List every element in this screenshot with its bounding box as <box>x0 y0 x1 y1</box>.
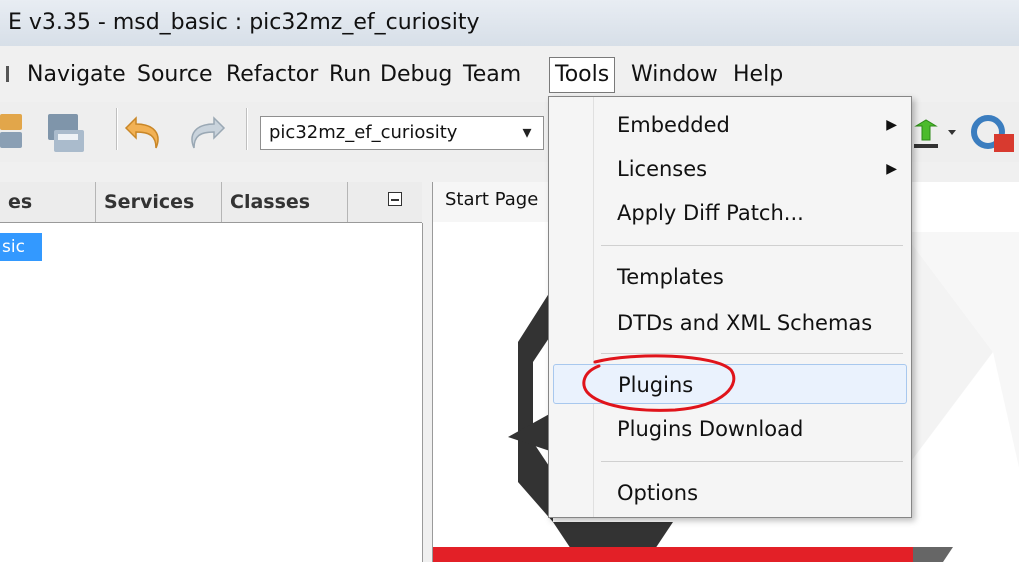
tab-services[interactable]: Services <box>96 182 222 222</box>
menu-item-label: Licenses <box>617 157 708 181</box>
menu-item-dtds-xml-schemas[interactable]: DTDs and XML Schemas <box>553 303 907 343</box>
chevron-down-icon[interactable]: ▾ <box>517 117 537 149</box>
menu-team[interactable]: Team <box>463 58 521 92</box>
menu-item-templates[interactable]: Templates <box>553 257 907 297</box>
submenu-arrow-icon: ▶ <box>886 161 897 177</box>
configuration-value: pic32mz_ef_curiosity <box>269 122 458 143</box>
tab-start-page[interactable]: Start Page <box>433 182 553 222</box>
project-tree-node[interactable]: sic <box>0 233 42 261</box>
redo-icon[interactable] <box>186 114 230 154</box>
annotation-circle-icon <box>582 354 736 412</box>
minimize-panel-icon[interactable] <box>388 192 402 206</box>
project-configuration-select[interactable]: pic32mz_ef_curiosity ▾ <box>260 116 544 150</box>
menu-window[interactable]: Window <box>631 58 718 92</box>
undo-icon[interactable] <box>124 114 168 154</box>
tools-menu: Embedded ▶ Licenses ▶ Apply Diff Patch..… <box>548 96 912 518</box>
tab-projects[interactable]: es <box>0 182 96 222</box>
run-project-icon[interactable] <box>912 116 942 154</box>
menu-bar: Navigate Source Refactor Run Debug Team … <box>0 52 1019 96</box>
menu-source[interactable]: Source <box>137 58 213 92</box>
projects-pane: sic <box>0 223 423 562</box>
menu-run[interactable]: Run <box>329 58 371 92</box>
close-project-icon[interactable] <box>42 110 94 154</box>
menu-item-apply-diff-patch[interactable]: Apply Diff Patch... <box>553 193 907 233</box>
menu-debug[interactable]: Debug <box>380 58 452 92</box>
menu-tools[interactable]: Tools <box>549 57 616 93</box>
window-title: E v3.35 - msd_basic : pic32mz_ef_curiosi… <box>0 0 1019 46</box>
menu-refactor[interactable]: Refactor <box>226 58 318 92</box>
submenu-arrow-icon: ▶ <box>886 117 897 133</box>
menu-item-label: Embedded <box>617 113 730 137</box>
menu-item-embedded[interactable]: Embedded ▶ <box>553 105 907 145</box>
menu-navigate[interactable]: Navigate <box>27 58 126 92</box>
menu-fragment-icon <box>6 66 9 82</box>
menu-help[interactable]: Help <box>733 58 783 92</box>
save-all-icon[interactable] <box>0 110 30 154</box>
chevron-down-icon[interactable] <box>946 126 958 138</box>
projects-tabstrip: es Services Classes <box>0 182 422 223</box>
menu-item-licenses[interactable]: Licenses ▶ <box>553 149 907 189</box>
menu-item-options[interactable]: Options <box>553 473 907 513</box>
tab-classes[interactable]: Classes <box>222 182 348 222</box>
refresh-debug-icon[interactable] <box>966 114 1016 154</box>
